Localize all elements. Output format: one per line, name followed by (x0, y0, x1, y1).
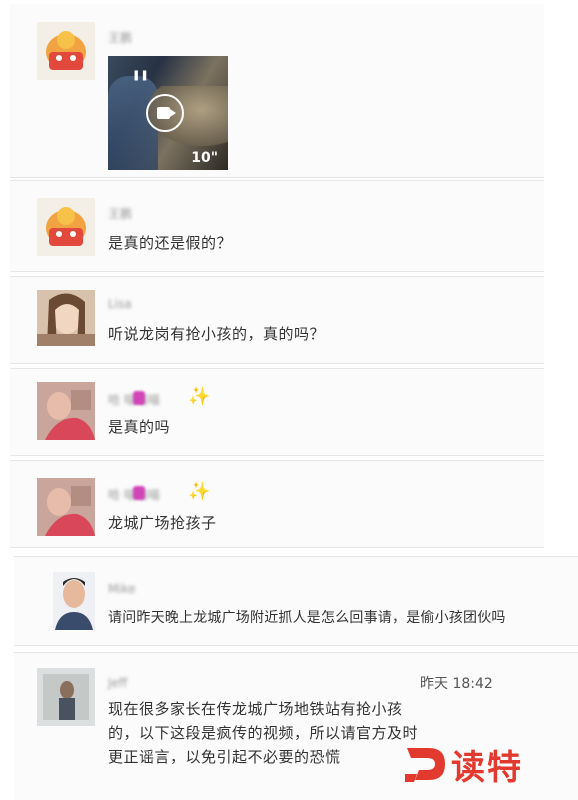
sparkle-icon: ✨ (188, 481, 211, 502)
commenter-name: Jeff (108, 676, 128, 690)
comment-text: 听说龙岗有抢小孩的，真的吗？ (108, 325, 326, 343)
comment-text: 请问昨天晚上龙城广场附近抓人是怎么回事请，是偷小孩团伙吗 (108, 610, 506, 626)
child-avatar-icon (37, 382, 95, 440)
sparkle-icon: ✨ (188, 386, 211, 407)
watermark-text: 读特 (451, 747, 523, 788)
comment-text: 是真的还是假的？ (108, 234, 233, 252)
comment-text: 龙城广场抢孩子 (108, 514, 217, 532)
watermark-logo: 读特 (405, 742, 523, 788)
commenter-name: Mike (108, 582, 136, 596)
video-duration: 10" (191, 150, 218, 166)
man-avatar-icon (53, 572, 95, 630)
mascot-avatar-icon (37, 22, 95, 80)
commenter-name: 王鹏 (108, 207, 133, 221)
avatar[interactable] (37, 382, 95, 440)
child-avatar-icon (37, 478, 95, 536)
mascot-avatar-icon (37, 198, 95, 256)
comment-card (14, 556, 578, 646)
timestamp: 昨天 18:42 (420, 676, 493, 692)
avatar[interactable] (37, 198, 95, 256)
avatar[interactable] (37, 22, 95, 80)
avatar[interactable] (37, 478, 95, 536)
d-logo-icon (405, 744, 447, 784)
video-camera-icon[interactable] (146, 94, 184, 132)
pause-icon: ❚❚ (132, 70, 149, 81)
video-message[interactable]: ❚❚ 10" (108, 56, 228, 170)
emoji-tag (133, 391, 145, 405)
comment-text: 是真的吗 (108, 418, 171, 436)
person-avatar-icon (37, 668, 95, 726)
avatar[interactable] (53, 572, 95, 630)
commenter-name: 王鹏 (108, 31, 133, 45)
commenter-name: Lisa (108, 297, 132, 311)
avatar[interactable] (37, 290, 95, 346)
emoji-tag (133, 486, 145, 500)
comment-text: 现在很多家长在传龙城广场地铁站有抢小孩的，以下这段是疯传的视频，所以请官方及时更… (108, 700, 419, 766)
woman-avatar-icon (37, 290, 95, 346)
avatar[interactable] (37, 668, 95, 726)
